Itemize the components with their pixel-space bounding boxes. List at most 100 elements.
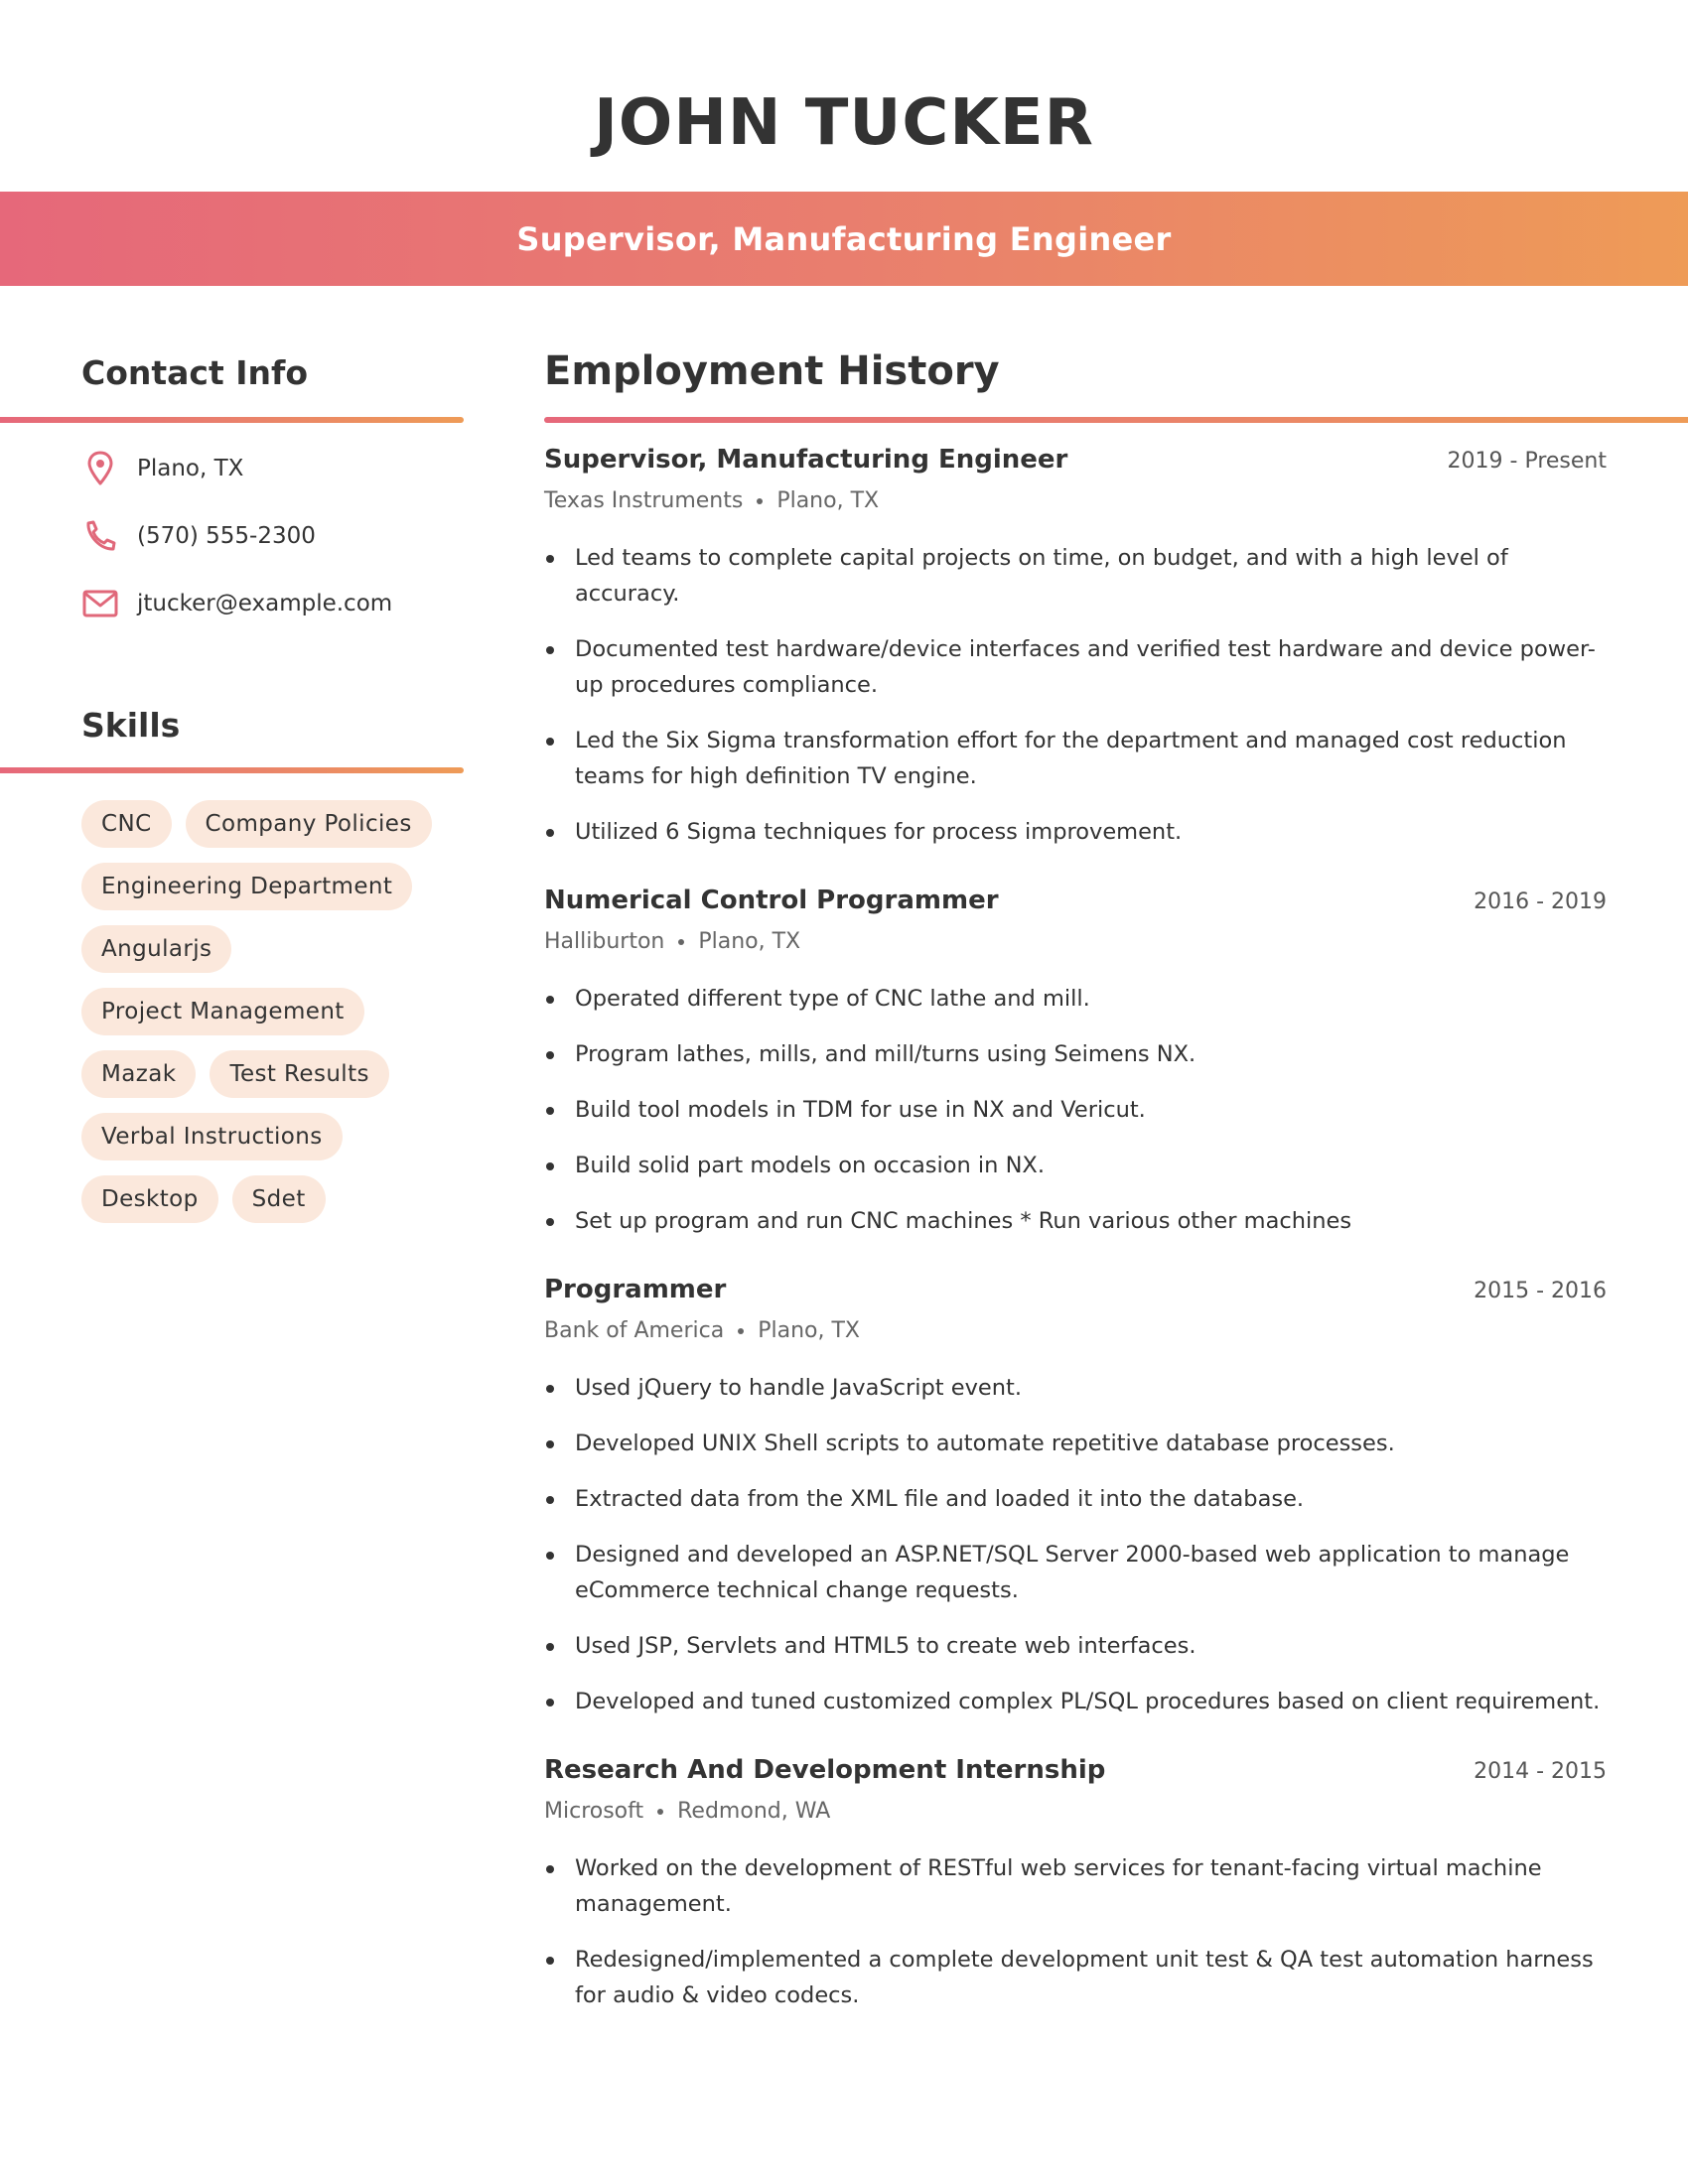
skill-pill: Engineering Department bbox=[81, 863, 413, 910]
bullet-text: Extracted data from the XML file and loa… bbox=[575, 1486, 1305, 1512]
job-entry: Programmer 2015 - 2016 Bank of America P… bbox=[544, 1275, 1607, 1719]
job-bullet: Extracted data from the XML file and loa… bbox=[544, 1481, 1607, 1517]
bullet-text: Program lathes, mills, and mill/turns us… bbox=[575, 1041, 1196, 1067]
bullet-dot bbox=[546, 996, 554, 1004]
phone-icon bbox=[81, 517, 119, 555]
job-entry: Research And Development Internship 2014… bbox=[544, 1755, 1607, 2013]
contact-heading: Contact Info bbox=[81, 353, 309, 392]
contact-location: Plano, TX bbox=[81, 449, 243, 488]
skill-pill: Test Results bbox=[210, 1050, 389, 1098]
bullet-text: Operated different type of CNC lathe and… bbox=[575, 986, 1090, 1012]
job-title: Numerical Control Programmer bbox=[544, 886, 999, 915]
bullet-dot bbox=[546, 1107, 554, 1115]
job-bullet: Developed UNIX Shell scripts to automate… bbox=[544, 1426, 1607, 1461]
bullet-text: Led the Six Sigma transformation effort … bbox=[575, 728, 1567, 789]
bullet-text: Used JSP, Servlets and HTML5 to create w… bbox=[575, 1633, 1196, 1659]
skills-list: CNC Company Policies Engineering Departm… bbox=[81, 800, 459, 1223]
bullet-dot bbox=[546, 1218, 554, 1226]
separator-dot bbox=[738, 1328, 745, 1334]
job-title: Programmer bbox=[544, 1275, 727, 1304]
job-bullet: Build tool models in TDM for use in NX a… bbox=[544, 1092, 1607, 1128]
bullet-text: Documented test hardware/device interfac… bbox=[575, 636, 1596, 698]
bullet-dot bbox=[546, 1385, 554, 1393]
job-company: Texas Instruments bbox=[544, 488, 744, 513]
skill-pill: Mazak bbox=[81, 1050, 197, 1098]
job-bullet: Utilized 6 Sigma techniques for process … bbox=[544, 814, 1607, 850]
bullet-text: Developed UNIX Shell scripts to automate… bbox=[575, 1431, 1395, 1456]
job-dates: 2019 - Present bbox=[1447, 449, 1607, 474]
job-dates: 2015 - 2016 bbox=[1474, 1279, 1607, 1303]
bullet-text: Worked on the development of RESTful web… bbox=[575, 1855, 1542, 1917]
separator-dot bbox=[757, 498, 764, 504]
contact-divider bbox=[0, 417, 464, 423]
skill-pill: CNC bbox=[81, 800, 172, 848]
contact-email[interactable]: jtucker@example.com bbox=[81, 584, 392, 623]
contact-phone-text: (570) 555-2300 bbox=[137, 523, 316, 549]
bullet-dot bbox=[546, 829, 554, 837]
job-bullets: Worked on the development of RESTful web… bbox=[544, 1850, 1607, 2013]
bullet-dot bbox=[546, 646, 554, 654]
job-bullet: Operated different type of CNC lathe and… bbox=[544, 981, 1607, 1017]
bullet-text: Build tool models in TDM for use in NX a… bbox=[575, 1097, 1146, 1123]
bullet-dot bbox=[546, 1552, 554, 1560]
job-bullet: Redesigned/implemented a complete develo… bbox=[544, 1942, 1607, 2013]
skill-pill: Company Policies bbox=[185, 800, 432, 848]
employment-heading: Employment History bbox=[544, 348, 1000, 394]
skill-pill: Sdet bbox=[231, 1175, 326, 1223]
job-bullet: Led the Six Sigma transformation effort … bbox=[544, 723, 1607, 794]
candidate-name: JOHN TUCKER bbox=[594, 86, 1094, 160]
skill-pill: Desktop bbox=[81, 1175, 218, 1223]
employment-divider bbox=[544, 417, 1688, 423]
bullet-text: Designed and developed an ASP.NET/SQL Se… bbox=[575, 1542, 1570, 1603]
candidate-title: Supervisor, Manufacturing Engineer bbox=[516, 219, 1172, 258]
job-bullet: Used jQuery to handle JavaScript event. bbox=[544, 1370, 1607, 1406]
job-location: Redmond, WA bbox=[677, 1799, 831, 1824]
skills-heading: Skills bbox=[81, 706, 181, 745]
bullet-text: Used jQuery to handle JavaScript event. bbox=[575, 1375, 1022, 1401]
job-company: Halliburton bbox=[544, 929, 665, 954]
job-bullet: Led teams to complete capital projects o… bbox=[544, 540, 1607, 612]
bullet-dot bbox=[546, 1699, 554, 1706]
job-location: Plano, TX bbox=[758, 1318, 860, 1343]
job-company: Bank of America bbox=[544, 1318, 725, 1343]
job-bullet: Build solid part models on occasion in N… bbox=[544, 1148, 1607, 1183]
job-bullet: Worked on the development of RESTful web… bbox=[544, 1850, 1607, 1922]
bullet-dot bbox=[546, 555, 554, 563]
separator-dot bbox=[657, 1809, 664, 1815]
mail-icon bbox=[81, 585, 119, 622]
map-pin-icon bbox=[81, 450, 119, 487]
job-company: Microsoft bbox=[544, 1799, 644, 1824]
bullet-text: Build solid part models on occasion in N… bbox=[575, 1153, 1045, 1178]
job-title: Supervisor, Manufacturing Engineer bbox=[544, 445, 1068, 475]
contact-email-text[interactable]: jtucker@example.com bbox=[137, 591, 392, 616]
separator-dot bbox=[678, 939, 685, 945]
job-title: Research And Development Internship bbox=[544, 1755, 1106, 1785]
skill-pill: Angularjs bbox=[81, 925, 232, 973]
job-location: Plano, TX bbox=[698, 929, 801, 954]
bullet-dot bbox=[546, 1957, 554, 1965]
bullet-dot bbox=[546, 1440, 554, 1448]
bullet-dot bbox=[546, 738, 554, 746]
job-bullet: Program lathes, mills, and mill/turns us… bbox=[544, 1036, 1607, 1072]
job-bullet: Developed and tuned customized complex P… bbox=[544, 1684, 1607, 1719]
contact-phone: (570) 555-2300 bbox=[81, 516, 316, 556]
contact-location-text: Plano, TX bbox=[137, 456, 244, 481]
bullet-text: Utilized 6 Sigma techniques for process … bbox=[575, 819, 1183, 845]
bullet-dot bbox=[546, 1051, 554, 1059]
employment-list: Supervisor, Manufacturing Engineer 2019 … bbox=[544, 445, 1607, 2049]
skill-pill: Verbal Instructions bbox=[81, 1113, 343, 1160]
bullet-dot bbox=[546, 1162, 554, 1170]
job-dates: 2016 - 2019 bbox=[1474, 889, 1607, 914]
skill-pill: Project Management bbox=[81, 988, 364, 1035]
job-bullet: Used JSP, Servlets and HTML5 to create w… bbox=[544, 1628, 1607, 1664]
job-entry: Supervisor, Manufacturing Engineer 2019 … bbox=[544, 445, 1607, 850]
job-bullets: Led teams to complete capital projects o… bbox=[544, 540, 1607, 850]
bullet-dot bbox=[546, 1865, 554, 1873]
bullet-text: Set up program and run CNC machines * Ru… bbox=[575, 1208, 1352, 1234]
bullet-text: Led teams to complete capital projects o… bbox=[575, 545, 1508, 607]
bullet-dot bbox=[546, 1643, 554, 1651]
job-bullet: Set up program and run CNC machines * Ru… bbox=[544, 1203, 1607, 1239]
job-bullets: Operated different type of CNC lathe and… bbox=[544, 981, 1607, 1239]
job-bullets: Used jQuery to handle JavaScript event. … bbox=[544, 1370, 1607, 1719]
skills-divider bbox=[0, 767, 464, 773]
